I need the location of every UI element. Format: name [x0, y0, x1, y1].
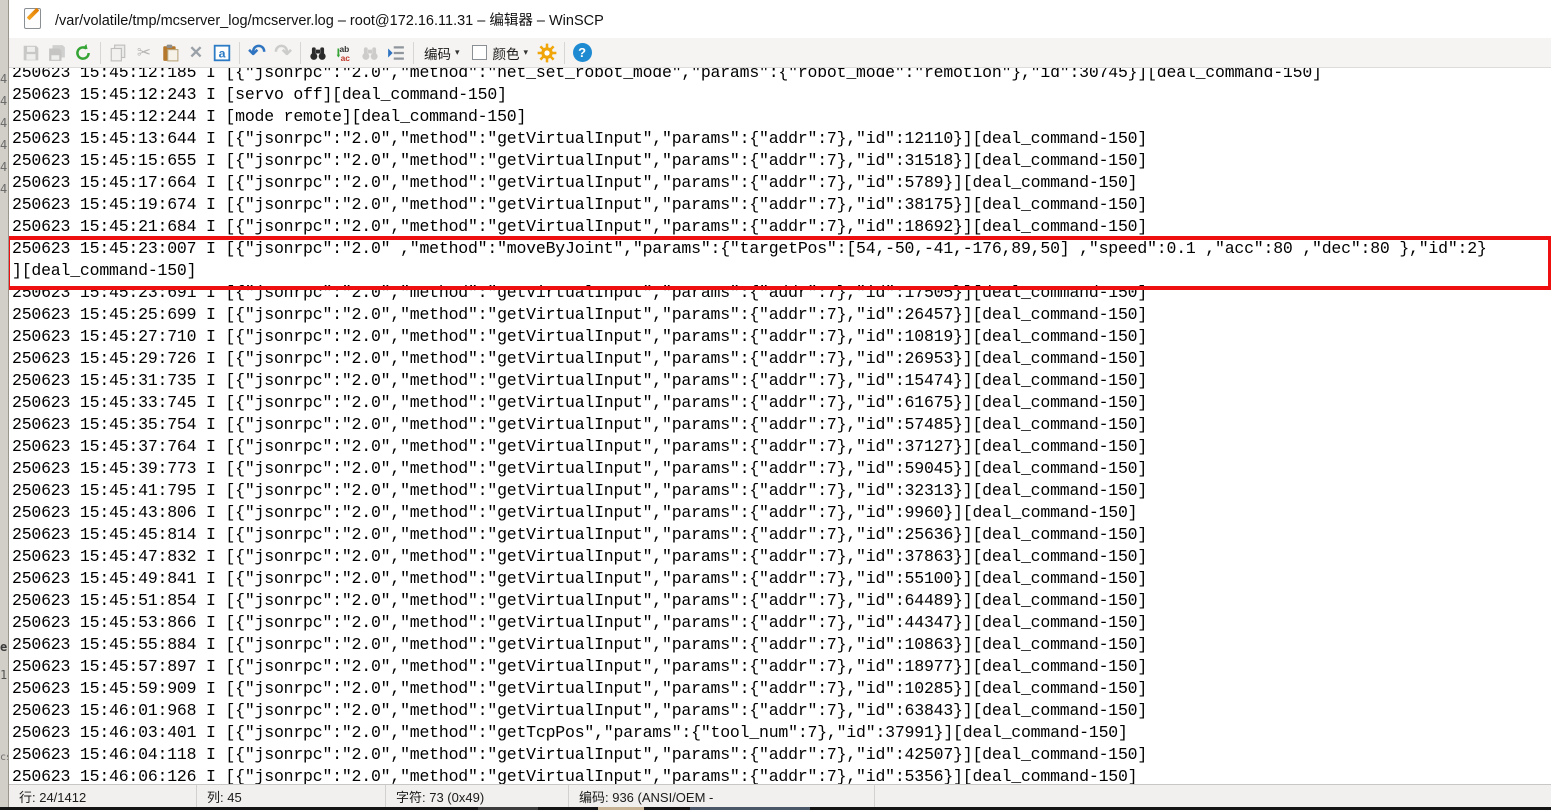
log-line: 250623 15:45:45:814 I [{"jsonrpc":"2.0",…: [12, 524, 1551, 546]
window-title: /var/volatile/tmp/mcserver_log/mcserver.…: [55, 9, 604, 30]
log-line: 250623 15:45:51:854 I [{"jsonrpc":"2.0",…: [12, 590, 1551, 612]
select-all-icon[interactable]: a: [209, 41, 235, 65]
chevron-down-icon: ▾: [455, 47, 460, 58]
save-as-icon[interactable]: [44, 41, 70, 65]
svg-text:a: a: [219, 46, 226, 60]
log-line: 250623 15:45:39:773 I [{"jsonrpc":"2.0",…: [12, 458, 1551, 480]
log-line: 250623 15:45:43:806 I [{"jsonrpc":"2.0",…: [12, 502, 1551, 524]
log-line: 250623 15:45:12:185 I [{"jsonrpc":"2.0",…: [12, 68, 1551, 84]
log-line: 250623 15:45:12:243 I [servo off][deal_c…: [12, 84, 1551, 106]
toolbar-separator: [564, 42, 565, 64]
statusbar-empty: [875, 785, 1551, 807]
toolbar-separator: [300, 42, 301, 64]
log-line: 250623 15:45:57:897 I [{"jsonrpc":"2.0",…: [12, 656, 1551, 678]
log-line: 250623 15:46:04:118 I [{"jsonrpc":"2.0",…: [12, 744, 1551, 766]
color-dropdown-label: 颜色: [493, 43, 520, 63]
save-icon[interactable]: [18, 41, 44, 65]
log-line: 250623 15:45:31:735 I [{"jsonrpc":"2.0",…: [12, 370, 1551, 392]
statusbar-line-indicator: 行: 24/1412: [9, 785, 197, 807]
background-fragment: 46: [0, 72, 9, 86]
toolbar-separator: [413, 42, 414, 64]
redo-icon[interactable]: ↷: [270, 41, 296, 65]
editor-app-icon: [22, 7, 44, 31]
color-dropdown[interactable]: 颜色 ▾: [487, 41, 535, 65]
cut-icon[interactable]: ✂: [131, 41, 157, 65]
replace-icon[interactable]: abac: [331, 41, 357, 65]
log-line: 250623 15:45:21:684 I [{"jsonrpc":"2.0",…: [12, 216, 1551, 238]
log-line: 250623 15:46:01:968 I [{"jsonrpc":"2.0",…: [12, 700, 1551, 722]
reload-icon[interactable]: [70, 41, 96, 65]
log-line: 250623 15:45:19:674 I [{"jsonrpc":"2.0",…: [12, 194, 1551, 216]
log-line: 250623 15:46:03:401 I [{"jsonrpc":"2.0",…: [12, 722, 1551, 744]
background-fragment: ec: [0, 640, 9, 654]
statusbar-column-indicator: 列: 45: [197, 785, 386, 807]
log-content: 250623 15:45:12:185 I [{"jsonrpc":"2.0",…: [9, 68, 1551, 784]
statusbar-character-indicator: 字符: 73 (0x49): [386, 785, 569, 807]
log-line: 250623 15:45:13:644 I [{"jsonrpc":"2.0",…: [12, 128, 1551, 150]
log-line: 250623 15:45:33:745 I [{"jsonrpc":"2.0",…: [12, 392, 1551, 414]
log-line: 250623 15:45:25:699 I [{"jsonrpc":"2.0",…: [12, 304, 1551, 326]
paste-icon[interactable]: [157, 41, 183, 65]
chevron-down-icon: ▾: [524, 47, 529, 58]
log-line: 250623 15:45:12:244 I [mode remote][deal…: [12, 106, 1551, 128]
preferences-gear-icon[interactable]: [534, 41, 560, 65]
log-line: 250623 15:45:41:795 I [{"jsonrpc":"2.0",…: [12, 480, 1551, 502]
undo-icon[interactable]: ↶: [244, 41, 270, 65]
color-swatch: [472, 45, 487, 60]
encoding-dropdown-label: 编码: [424, 43, 451, 63]
log-line-movebyjoint-wrap: ][deal_command-150]: [12, 260, 1551, 282]
encoding-dropdown[interactable]: 编码 ▾: [418, 41, 466, 65]
delete-icon[interactable]: ✕: [183, 41, 209, 65]
background-fragment: 46: [0, 160, 9, 174]
background-fragment: cs: [0, 752, 9, 763]
log-line: 250623 15:45:23:691 I [{"jsonrpc":"2.0",…: [12, 282, 1551, 304]
svg-text:ac: ac: [341, 52, 351, 61]
go-to-line-icon[interactable]: [383, 41, 409, 65]
copy-icon[interactable]: [105, 41, 131, 65]
background-fragment: 46: [0, 182, 9, 196]
log-line: 250623 15:45:53:866 I [{"jsonrpc":"2.0",…: [12, 612, 1551, 634]
toolbar-separator: [100, 42, 101, 64]
toolbar: ✂ ✕ a ↶ ↷ abac 编码 ▾ 颜色 ▾: [9, 38, 1551, 68]
statusbar-encoding-indicator: 编码: 936 (ANSI/OEM -: [569, 785, 875, 807]
help-icon[interactable]: ?: [569, 41, 595, 65]
log-line: 250623 15:45:37:764 I [{"jsonrpc":"2.0",…: [12, 436, 1551, 458]
log-line: 250623 15:45:27:710 I [{"jsonrpc":"2.0",…: [12, 326, 1551, 348]
log-line: 250623 15:46:06:126 I [{"jsonrpc":"2.0",…: [12, 766, 1551, 784]
log-line: 250623 15:45:49:841 I [{"jsonrpc":"2.0",…: [12, 568, 1551, 590]
statusbar: 行: 24/1412 列: 45 字符: 73 (0x49) 编码: 936 (…: [9, 784, 1551, 807]
highlighted-log-entry: 250623 15:45:23:007 I [{"jsonrpc":"2.0" …: [12, 238, 1551, 282]
background-fragment: 1: [0, 668, 9, 682]
winscp-editor-window: /var/volatile/tmp/mcserver_log/mcserver.…: [9, 0, 1551, 807]
titlebar[interactable]: /var/volatile/tmp/mcserver_log/mcserver.…: [9, 0, 1551, 38]
find-next-icon[interactable]: [357, 41, 383, 65]
background-window-sliver: 46 46 46 46 46 46 ec 1 cs: [0, 0, 9, 807]
log-line: 250623 15:45:55:884 I [{"jsonrpc":"2.0",…: [12, 634, 1551, 656]
background-fragment: 46: [0, 116, 9, 130]
find-icon[interactable]: [305, 41, 331, 65]
log-line: 250623 15:45:17:664 I [{"jsonrpc":"2.0",…: [12, 172, 1551, 194]
log-line-movebyjoint: 250623 15:45:23:007 I [{"jsonrpc":"2.0" …: [12, 238, 1551, 260]
background-fragment: 46: [0, 138, 9, 152]
log-line: 250623 15:45:59:909 I [{"jsonrpc":"2.0",…: [12, 678, 1551, 700]
log-line: 250623 15:45:35:754 I [{"jsonrpc":"2.0",…: [12, 414, 1551, 436]
log-line: 250623 15:45:15:655 I [{"jsonrpc":"2.0",…: [12, 150, 1551, 172]
log-line: 250623 15:45:47:832 I [{"jsonrpc":"2.0",…: [12, 546, 1551, 568]
log-line: 250623 15:45:29:726 I [{"jsonrpc":"2.0",…: [12, 348, 1551, 370]
background-fragment: 46: [0, 94, 9, 108]
toolbar-separator: [239, 42, 240, 64]
editor-area[interactable]: 250623 15:45:12:185 I [{"jsonrpc":"2.0",…: [9, 68, 1551, 784]
